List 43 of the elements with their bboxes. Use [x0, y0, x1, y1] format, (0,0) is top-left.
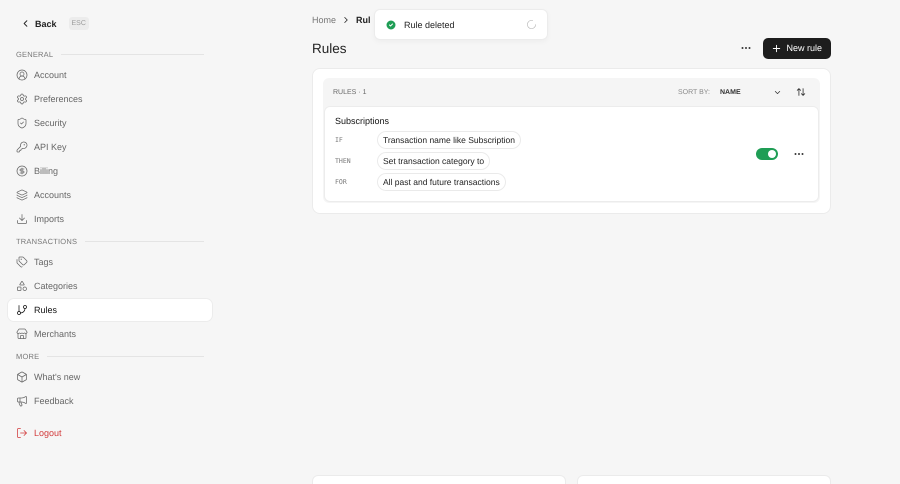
shapes-icon	[16, 280, 28, 292]
dollar-icon	[16, 165, 28, 177]
back-button[interactable]: Back	[20, 18, 57, 29]
rule-toggle[interactable]	[756, 148, 778, 160]
sidebar-item[interactable]: Tags	[8, 251, 212, 273]
logout-icon	[16, 427, 28, 439]
sidebar-item[interactable]: Imports	[8, 208, 212, 230]
rule-name: Subscriptions	[335, 116, 390, 126]
sidebar-item[interactable]: Account	[8, 64, 212, 86]
clause-pill: Transaction name like Subscription	[377, 131, 521, 149]
branch-icon	[16, 304, 28, 316]
box-icon	[16, 371, 28, 383]
toast-message: Rule deleted	[404, 20, 456, 30]
sidebar-item[interactable]: What's new	[8, 366, 212, 388]
sort-icon	[796, 87, 806, 97]
sidebar-item[interactable]: Merchants	[8, 323, 212, 345]
download-icon	[16, 213, 28, 225]
sidebar-item[interactable]: Security	[8, 112, 212, 134]
sidebar-item[interactable]: Feedback	[8, 390, 212, 412]
sidebar-item[interactable]: API Key	[8, 136, 212, 158]
sidebar-item[interactable]: Categories	[8, 275, 212, 297]
page-title: Rules	[312, 40, 348, 56]
layers-icon	[16, 189, 28, 201]
logout-button[interactable]: Logout	[8, 422, 212, 444]
clause-pill: Set transaction category to	[377, 152, 490, 170]
breadcrumb-link[interactable]: Rul	[356, 15, 371, 25]
sidebar-item[interactable]: Billing	[8, 160, 212, 182]
tags-icon	[16, 256, 28, 268]
user-icon	[16, 69, 28, 81]
clause-pill: All past and future transactions	[377, 173, 506, 191]
settings-icon	[16, 93, 28, 105]
breadcrumb-link[interactable]: Home	[312, 15, 336, 25]
plus-icon	[771, 42, 782, 54]
sidebar-item[interactable]: Accounts	[8, 184, 212, 206]
check-icon	[385, 18, 397, 30]
megaphone-icon	[16, 395, 28, 407]
sidebar-item[interactable]: Rules	[8, 299, 212, 321]
store-icon	[16, 328, 28, 340]
spinner-icon	[526, 19, 537, 30]
key-icon	[16, 141, 28, 153]
sidebar-item[interactable]: Preferences	[8, 88, 212, 110]
new-rule-button[interactable]: New rule	[763, 38, 831, 58]
shield-icon	[16, 117, 28, 129]
